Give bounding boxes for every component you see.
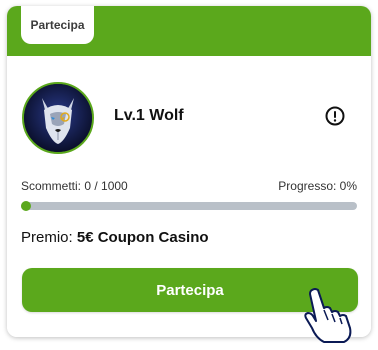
- hand-cursor-icon: [300, 288, 360, 344]
- exclamation-circle-icon[interactable]: [325, 106, 345, 126]
- prize-line: Premio: 5€ Coupon Casino: [21, 228, 209, 248]
- card-header: Partecipa: [7, 6, 371, 56]
- progress-percent: Progresso: 0%: [278, 179, 357, 193]
- progress-indicator: [21, 201, 31, 211]
- bets-count: Scommetti: 0 / 1000: [21, 179, 128, 193]
- level-name: Lv.1 Wolf: [114, 107, 184, 124]
- progress-bar: [21, 201, 357, 211]
- prize-value: 5€ Coupon Casino: [76, 229, 209, 246]
- stats-row: Scommetti: 0 / 1000 Progresso: 0%: [21, 178, 357, 194]
- prize-label: Premio:: [21, 229, 73, 246]
- wolf-avatar-icon: [22, 82, 94, 154]
- tab-partecipa[interactable]: Partecipa: [21, 6, 94, 44]
